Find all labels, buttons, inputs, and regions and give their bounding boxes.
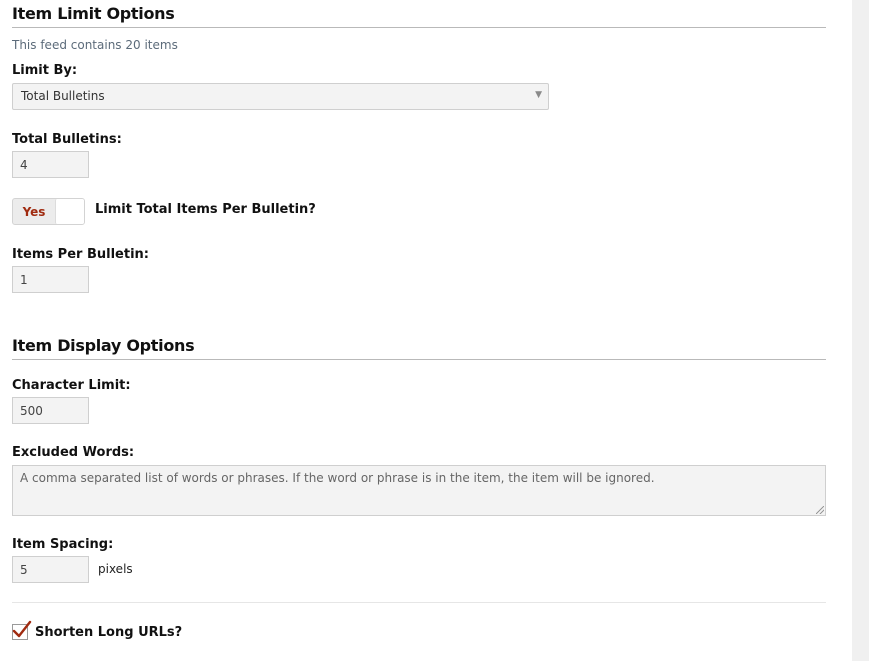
excluded-words-textarea[interactable]: A comma separated list of words or phras… bbox=[12, 465, 826, 516]
section-divider bbox=[12, 602, 826, 603]
limit-by-label: Limit By: bbox=[12, 63, 78, 78]
resize-handle-icon[interactable] bbox=[816, 506, 824, 514]
item-spacing-unit: pixels bbox=[98, 562, 133, 576]
item-display-heading: Item Display Options bbox=[12, 336, 826, 360]
limit-items-toggle-label: Limit Total Items Per Bulletin? bbox=[95, 202, 316, 217]
item-spacing-value: 5 bbox=[20, 563, 28, 577]
feed-item-count: This feed contains 20 items bbox=[12, 38, 178, 52]
item-spacing-label: Item Spacing: bbox=[12, 537, 114, 552]
limit-by-select[interactable]: Total Bulletins ▼ bbox=[12, 83, 549, 110]
excluded-words-placeholder: A comma separated list of words or phras… bbox=[20, 471, 655, 485]
items-per-bulletin-label: Items Per Bulletin: bbox=[12, 247, 149, 262]
total-bulletins-label: Total Bulletins: bbox=[12, 132, 122, 147]
limit-by-selected-value: Total Bulletins bbox=[21, 89, 105, 103]
character-limit-value: 500 bbox=[20, 404, 43, 418]
items-per-bulletin-input[interactable]: 1 bbox=[12, 266, 89, 293]
limit-items-toggle[interactable]: Yes bbox=[12, 198, 85, 225]
vertical-scrollbar[interactable] bbox=[852, 0, 869, 661]
total-bulletins-value: 4 bbox=[20, 158, 28, 172]
shorten-urls-label: Shorten Long URLs? bbox=[35, 625, 183, 640]
excluded-words-label: Excluded Words: bbox=[12, 445, 135, 460]
shorten-urls-checkbox[interactable] bbox=[12, 620, 32, 640]
character-limit-label: Character Limit: bbox=[12, 378, 131, 393]
character-limit-input[interactable]: 500 bbox=[12, 397, 89, 424]
dropdown-caret-icon: ▼ bbox=[535, 90, 542, 100]
total-bulletins-input[interactable]: 4 bbox=[12, 151, 89, 178]
items-per-bulletin-value: 1 bbox=[20, 273, 28, 287]
toggle-state-text: Yes bbox=[22, 205, 46, 219]
item-spacing-input[interactable]: 5 bbox=[12, 556, 89, 583]
checkmark-icon bbox=[12, 620, 32, 640]
item-limit-heading: Item Limit Options bbox=[12, 4, 826, 28]
toggle-knob bbox=[55, 199, 84, 224]
